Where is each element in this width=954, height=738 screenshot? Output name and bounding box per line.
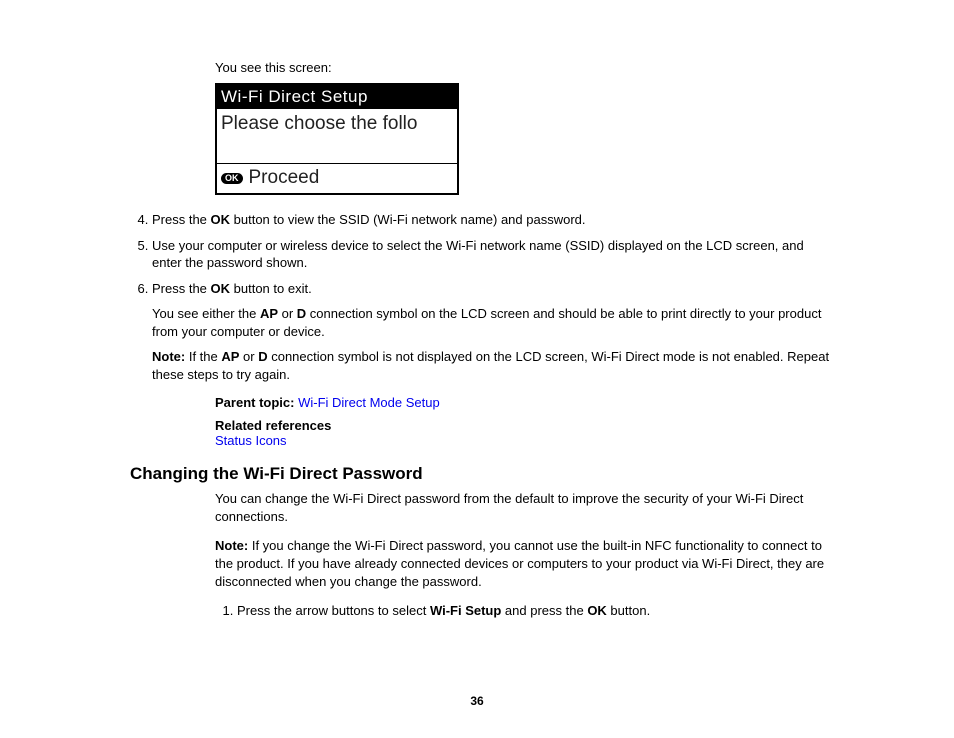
section-note: Note: If you change the Wi-Fi Direct pas… [215, 537, 834, 590]
step-6-note-label: Note: [152, 349, 185, 364]
section-p1: You can change the Wi-Fi Direct password… [215, 490, 834, 525]
step-4-text-c: button to view the SSID (Wi-Fi network n… [230, 212, 585, 227]
parent-topic-label: Parent topic: [215, 395, 294, 410]
section-step1-d: OK [587, 603, 607, 618]
step-6-note-d: or [239, 349, 258, 364]
lcd-proceed-text: Proceed [249, 167, 320, 189]
step-6-note-c: AP [221, 349, 239, 364]
section-step-1: Press the arrow buttons to select Wi-Fi … [237, 602, 834, 620]
parent-topic-link[interactable]: Wi-Fi Direct Mode Setup [298, 395, 440, 410]
section-body: You can change the Wi-Fi Direct password… [215, 490, 834, 619]
ok-icon: OK [221, 173, 243, 184]
step-6-note-e: D [258, 349, 267, 364]
section-step1-c: and press the [501, 603, 587, 618]
section-note-label: Note: [215, 538, 248, 553]
step-4: Press the OK button to view the SSID (Wi… [152, 211, 834, 229]
lcd-body: Please choose the follo [217, 109, 457, 163]
related-link[interactable]: Status Icons [215, 433, 287, 448]
lcd-title: Wi-Fi Direct Setup [217, 85, 457, 109]
step-6-note: Note: If the AP or D connection symbol i… [152, 348, 834, 383]
step-4-bold: OK [211, 212, 231, 227]
step-6-bold: OK [211, 281, 231, 296]
parent-topic: Parent topic: Wi-Fi Direct Mode Setup [215, 395, 834, 410]
step-4-text-a: Press the [152, 212, 211, 227]
step-6-note-b: If the [185, 349, 221, 364]
lcd-footer: OK Proceed [217, 163, 457, 193]
step-6-text-c: button to exit. [230, 281, 312, 296]
step-6-sub-c: or [278, 306, 297, 321]
section-note-text: If you change the Wi-Fi Direct password,… [215, 538, 824, 588]
intro-text: You see this screen: [215, 60, 834, 75]
section-steps: Press the arrow buttons to select Wi-Fi … [215, 602, 834, 620]
step-6-sub-d: D [297, 306, 306, 321]
related-references: Related references Status Icons [215, 418, 834, 448]
step-6-sub-b: AP [260, 306, 278, 321]
section-step1-b: Wi-Fi Setup [430, 603, 501, 618]
step-6-text-a: Press the [152, 281, 211, 296]
section-step1-e: button. [607, 603, 650, 618]
section-step1-a: Press the arrow buttons to select [237, 603, 430, 618]
step-6-sub: You see either the AP or D connection sy… [152, 305, 834, 340]
related-label: Related references [215, 418, 331, 433]
lcd-screen-image: Wi-Fi Direct Setup Please choose the fol… [215, 83, 459, 195]
step-6: Press the OK button to exit. You see eit… [152, 280, 834, 384]
step-6-sub-a: You see either the [152, 306, 260, 321]
heading-changing-password: Changing the Wi-Fi Direct Password [130, 464, 834, 484]
instruction-steps: Press the OK button to view the SSID (Wi… [130, 211, 834, 383]
page-number: 36 [0, 694, 954, 708]
step-5: Use your computer or wireless device to … [152, 237, 834, 272]
